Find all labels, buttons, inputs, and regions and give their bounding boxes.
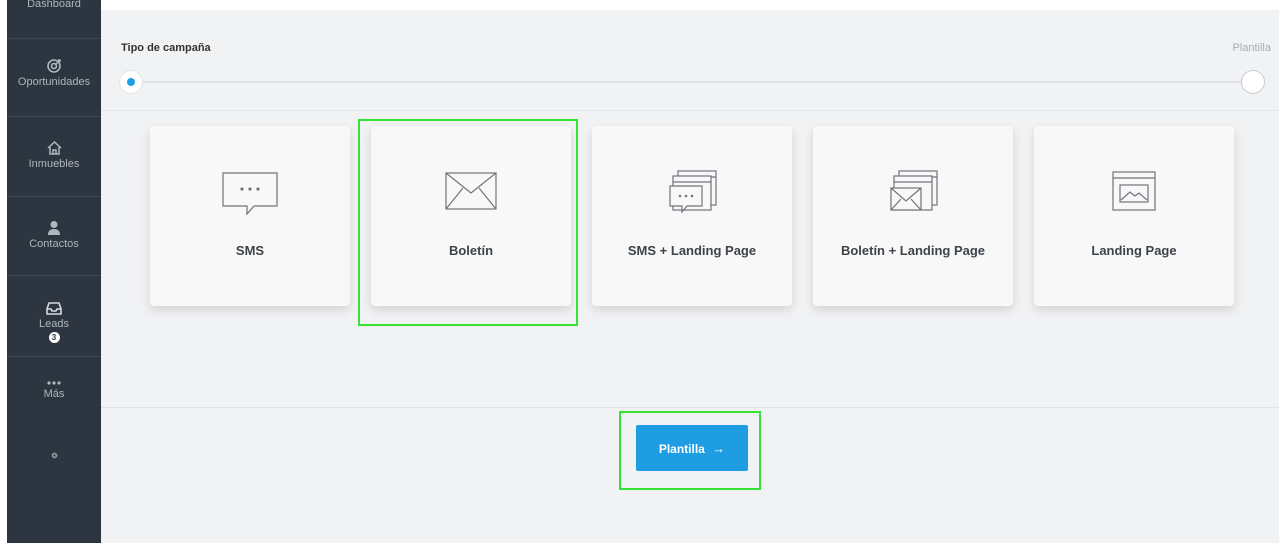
sidebar-item-label: Oportunidades [17, 76, 91, 88]
card-landing-page[interactable]: Landing Page [1034, 126, 1234, 306]
gear-icon [51, 452, 57, 459]
campaign-type-area: SMS Boletín SMS + Landing Page Boletín +… [101, 111, 1279, 408]
sidebar-item-leads[interactable]: Leads 3 [7, 300, 101, 343]
step-1-indicator[interactable] [119, 70, 143, 94]
sidebar-item-label: Leads [39, 318, 69, 330]
sidebar-divider [7, 38, 101, 39]
sidebar-divider [7, 116, 101, 117]
stepper-track [131, 81, 1251, 83]
card-label: Landing Page [1091, 243, 1177, 258]
sidebar-divider [7, 196, 101, 197]
step-2-indicator[interactable] [1241, 70, 1265, 94]
step-active-dot [127, 78, 135, 86]
selected-card-highlight [358, 119, 578, 326]
sidebar-item-label: Inmuebles [28, 158, 80, 170]
leads-count-badge: 3 [48, 332, 60, 343]
house-icon [46, 140, 62, 155]
step-label-template: Plantilla [1232, 42, 1271, 54]
sidebar: Dashboard Oportunidades Inmuebles Contac… [7, 0, 101, 543]
button-highlight [619, 411, 761, 490]
sidebar-item-label: Dashboard [27, 0, 81, 10]
sidebar-item-oportunidades[interactable]: Oportunidades [7, 58, 101, 88]
card-sms[interactable]: SMS [150, 126, 350, 306]
inbox-icon [46, 302, 62, 315]
sidebar-item-contactos[interactable]: Contactos [7, 220, 101, 250]
sidebar-divider [7, 356, 101, 357]
more-dots-icon [47, 381, 61, 385]
sidebar-divider [7, 275, 101, 276]
sidebar-item-inmuebles[interactable]: Inmuebles [7, 140, 101, 170]
step-label-campaign-type: Tipo de campaña [121, 42, 211, 54]
sidebar-item-label: Más [43, 388, 65, 400]
sms-icon [222, 172, 278, 216]
newsletter-landing-page-icon [890, 170, 938, 211]
card-label: SMS [235, 243, 265, 258]
sidebar-item-mas[interactable]: Más [7, 380, 101, 400]
landing-page-icon [1112, 171, 1156, 211]
card-newsletter-landing-page[interactable]: Boletín + Landing Page [813, 126, 1013, 306]
card-label: SMS + Landing Page [627, 243, 757, 258]
sidebar-item-label: Contactos [29, 238, 79, 250]
person-icon [48, 221, 60, 235]
card-label: Boletín + Landing Page [840, 243, 986, 258]
target-icon [47, 59, 61, 73]
campaign-stepper: Tipo de campaña Plantilla [101, 10, 1279, 111]
sms-landing-page-icon [669, 170, 717, 214]
card-sms-landing-page[interactable]: SMS + Landing Page [592, 126, 792, 306]
sidebar-item-settings[interactable] [7, 451, 101, 460]
sidebar-item-dashboard[interactable]: Dashboard [7, 0, 101, 10]
